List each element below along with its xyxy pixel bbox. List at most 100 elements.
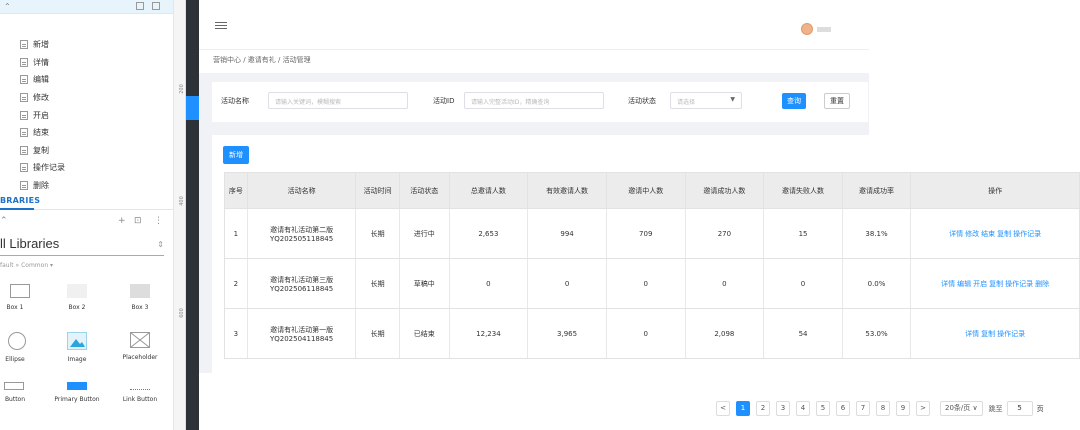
page-button[interactable]: 2 [756, 401, 770, 416]
filter-panel: 活动名称 请输入关键词，模糊搜索 活动ID 请输入完整活动ID，精确查询 活动状… [212, 82, 868, 122]
op-link-详情[interactable]: 详情 [965, 330, 979, 338]
page-tree-item[interactable]: 编辑 [0, 71, 173, 89]
op-link-删除[interactable]: 删除 [1035, 280, 1049, 288]
page-button[interactable]: 1 [736, 401, 750, 416]
breadcrumb: 营销中心 / 邀请有礼 / 活动管理 [213, 56, 311, 64]
page-button[interactable]: 3 [776, 401, 790, 416]
activity-code: YQ202504118845 [269, 334, 334, 343]
op-link-修改[interactable]: 修改 [965, 230, 979, 238]
no-cell: 1 [224, 208, 248, 259]
page-size-select[interactable]: 20条/页 ∨ [940, 401, 983, 416]
page-button[interactable]: 6 [836, 401, 850, 416]
widget-image[interactable]: Image [48, 332, 106, 363]
table-row: 3 邀请有礼活动第一版 YQ202504118845 长期 已结束 12,234 3,965… [224, 308, 1080, 359]
widget-link-button[interactable]: Link Button [111, 382, 169, 403]
menu-icon[interactable] [215, 22, 227, 31]
column-header: 活动时间 [355, 172, 400, 209]
op-link-操作记录[interactable]: 操作记录 [1013, 230, 1041, 238]
table-panel: 新增 序号 活动名称 活动时间 活动状态 总邀请人数 有效邀请人数 邀请中人数 邀请成功人数邀… [212, 135, 1080, 430]
op-link-复制[interactable]: 复制 [997, 230, 1011, 238]
page-icon [20, 128, 28, 138]
ruler-tick-label: 200 [178, 84, 185, 94]
page-tree-item[interactable]: 详情 [0, 54, 173, 72]
op-link-开启[interactable]: 开启 [973, 280, 987, 288]
status-cell: 草稿中 [398, 258, 450, 309]
page-icon [20, 57, 28, 67]
widget-box3[interactable]: Box 3 [111, 284, 169, 311]
op-link-操作记录[interactable]: 操作记录 [1005, 280, 1033, 288]
top-header [199, 0, 869, 50]
next-page-button[interactable]: > [916, 401, 930, 416]
column-header: 有效邀请人数 [527, 172, 607, 209]
ellipse-icon [8, 332, 26, 350]
pending-cell: 709 [605, 208, 686, 259]
activity-name-cell: 邀请有礼活动第三版 YQ202506118845 [246, 258, 356, 309]
op-link-复制[interactable]: 复制 [981, 330, 995, 338]
no-cell: 2 [224, 258, 248, 309]
page-tree-label: 开启 [33, 110, 49, 120]
collapse-icon[interactable]: ⌃ [0, 216, 8, 226]
page-tree-item[interactable]: 复制 [0, 142, 173, 160]
fail-cell: 0 [763, 258, 843, 309]
valid-cell: 3,965 [527, 308, 607, 359]
column-header: 序号 [224, 172, 248, 209]
page-button[interactable]: 8 [876, 401, 890, 416]
app-sidebar [186, 0, 199, 430]
page-tree-item[interactable]: 操作记录 [0, 159, 173, 177]
editor-left-panel: ⌃ 新增详情 编辑 修改开启结束 复制 操作记录 删除 BRARIES ⌃ + ⊡ ⋮ l… [0, 0, 174, 430]
page-button[interactable]: 7 [856, 401, 870, 416]
jump-input[interactable]: 5 [1006, 401, 1033, 416]
add-page-icon[interactable] [136, 2, 144, 10]
widget-ellipse[interactable]: Ellipse [0, 332, 44, 363]
table-row: 1 邀请有礼活动第二版 YQ202505118845 长期 进行中 2,653 994 709… [224, 208, 1080, 259]
link-button-icon [130, 382, 150, 390]
libraries-tab[interactable]: BRARIES [0, 194, 174, 210]
library-select[interactable]: ll Libraries ⇕ [0, 236, 164, 256]
activity-table: 序号 活动名称 活动时间 活动状态 总邀请人数 有效邀请人数 邀请中人数 邀请成功人数 邀请失败… [224, 172, 1080, 359]
page-tree-item[interactable]: 开启 [0, 106, 173, 124]
library-crumb[interactable]: fault » Common ▾ [0, 262, 53, 269]
page-tree-item[interactable]: 新增 [0, 36, 173, 54]
username-placeholder[interactable] [817, 27, 831, 32]
more-icon[interactable]: ⋮ [154, 216, 163, 226]
op-link-结束[interactable]: 结束 [981, 230, 995, 238]
library-edit-icon[interactable]: ⊡ [134, 216, 142, 226]
name-search-input[interactable]: 请输入关键词，模糊搜索 [268, 92, 408, 109]
page-tree-item[interactable]: 结束 [0, 124, 173, 142]
status-cell: 进行中 [398, 208, 450, 259]
op-link-复制[interactable]: 复制 [989, 280, 1003, 288]
primary-button-icon [67, 382, 87, 390]
page-icon [20, 93, 28, 103]
main-content: 营销中心 / 邀请有礼 / 活动管理 活动名称 请输入关键词，模糊搜索 活动ID… [199, 0, 1080, 430]
column-header: 邀请失败人数 [763, 172, 843, 209]
sidebar-active-item[interactable] [186, 96, 199, 120]
page-tree-label: 新增 [33, 40, 49, 50]
total-cell: 2,653 [448, 208, 528, 259]
widget-placeholder[interactable]: Placeholder [111, 332, 169, 361]
collapse-icon[interactable]: ⌃ [4, 2, 11, 11]
activity-name-cell: 邀请有礼活动第二版 YQ202505118845 [246, 208, 356, 259]
page-button[interactable]: 5 [816, 401, 830, 416]
page-button[interactable]: 9 [896, 401, 910, 416]
prev-page-button[interactable]: < [716, 401, 730, 416]
widget-primary-button[interactable]: Primary Button [48, 382, 106, 403]
operations-cell: 详情 复制 操作记录 [910, 308, 1080, 359]
page-tree-item[interactable]: 删除 [0, 177, 173, 195]
op-link-操作记录[interactable]: 操作记录 [997, 330, 1025, 338]
op-link-编辑[interactable]: 编辑 [957, 280, 971, 288]
page-button[interactable]: 4 [796, 401, 810, 416]
add-folder-icon[interactable] [152, 2, 160, 10]
avatar[interactable] [801, 23, 813, 35]
reset-button[interactable]: 重置 [824, 93, 850, 109]
op-link-详情[interactable]: 详情 [949, 230, 963, 238]
query-button[interactable]: 查询 [782, 93, 806, 109]
status-select[interactable]: 请选择 ▼ [670, 92, 742, 109]
add-button[interactable]: 新增 [223, 146, 249, 164]
add-library-icon[interactable]: + [118, 216, 126, 226]
page-tree-item[interactable]: 修改 [0, 89, 173, 107]
widget-box1[interactable]: Box 1 [0, 284, 44, 311]
id-search-input[interactable]: 请输入完整活动ID，精确查询 [464, 92, 604, 109]
widget-button[interactable]: Button [0, 382, 44, 403]
widget-box2[interactable]: Box 2 [48, 284, 106, 311]
op-link-详情[interactable]: 详情 [941, 280, 955, 288]
